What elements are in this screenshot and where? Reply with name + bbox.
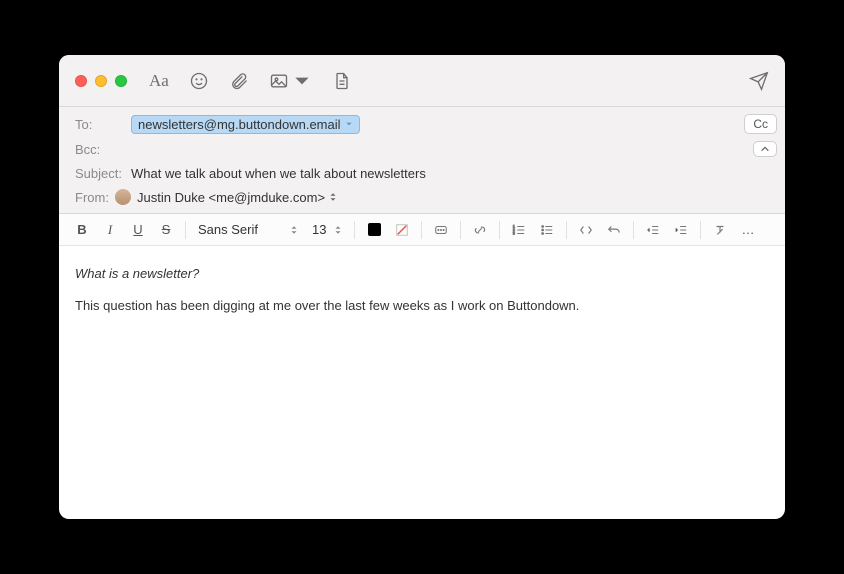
compose-window: Aa To: newsletters@mg.buttondown.email [59, 55, 785, 519]
indent-button[interactable] [668, 219, 694, 241]
undo-button[interactable] [601, 219, 627, 241]
text-color-button[interactable] [361, 219, 387, 241]
updown-icon [334, 225, 342, 235]
underline-button[interactable]: U [125, 219, 151, 241]
divider [633, 221, 634, 239]
message-body[interactable]: What is a newsletter? This question has … [59, 246, 785, 519]
bold-button[interactable]: B [69, 219, 95, 241]
attachment-icon[interactable] [229, 71, 249, 91]
highlight-color-button[interactable] [389, 219, 415, 241]
to-recipient-text: newsletters@mg.buttondown.email [138, 117, 341, 132]
insert-image-icon[interactable] [269, 71, 312, 91]
traffic-lights [75, 75, 127, 87]
bcc-label: Bcc: [75, 142, 131, 157]
emoji-icon[interactable] [189, 71, 209, 91]
send-icon[interactable] [749, 71, 769, 91]
from-row[interactable]: From: Justin Duke <me@jmduke.com> [75, 185, 777, 209]
strikethrough-button[interactable]: S [153, 219, 179, 241]
font-size-select[interactable]: 13 [306, 219, 348, 241]
updown-icon [290, 225, 298, 235]
font-style-icon[interactable]: Aa [149, 71, 169, 91]
divider [421, 221, 422, 239]
to-row[interactable]: To: newsletters@mg.buttondown.email Cc [75, 111, 777, 137]
document-icon[interactable] [332, 71, 352, 91]
to-recipient-chip[interactable]: newsletters@mg.buttondown.email [131, 115, 360, 134]
cc-button[interactable]: Cc [744, 114, 777, 134]
chevron-up-icon [760, 144, 770, 154]
italic-button[interactable]: I [97, 219, 123, 241]
clear-format-button[interactable] [707, 219, 733, 241]
from-label: From: [75, 190, 115, 205]
zoom-window-button[interactable] [115, 75, 127, 87]
divider [700, 221, 701, 239]
chevron-down-icon [345, 120, 353, 128]
outdent-button[interactable] [640, 219, 666, 241]
to-label: To: [75, 117, 131, 132]
unordered-list-button[interactable] [534, 219, 560, 241]
bcc-row[interactable]: Bcc: [75, 137, 777, 161]
quote-button[interactable] [428, 219, 454, 241]
link-button[interactable] [467, 219, 493, 241]
body-line-1: What is a newsletter? [75, 264, 769, 284]
from-value: Justin Duke <me@jmduke.com> [137, 190, 325, 205]
font-size-value: 13 [312, 222, 326, 237]
from-selector-icon[interactable] [329, 192, 337, 202]
titlebar: Aa [59, 55, 785, 107]
ordered-list-button[interactable]: 123 [506, 219, 532, 241]
divider [185, 221, 186, 239]
code-button[interactable] [573, 219, 599, 241]
collapse-headers-button[interactable] [753, 141, 777, 157]
font-family-value: Sans Serif [198, 222, 258, 237]
headers-area: To: newsletters@mg.buttondown.email Cc B… [59, 107, 785, 214]
divider [499, 221, 500, 239]
body-line-2: This question has been digging at me ove… [75, 296, 769, 316]
subject-row[interactable]: Subject: What we talk about when we talk… [75, 161, 777, 185]
close-window-button[interactable] [75, 75, 87, 87]
svg-text:3: 3 [513, 231, 515, 235]
subject-label: Subject: [75, 166, 131, 181]
divider [566, 221, 567, 239]
toolbar-icons: Aa [149, 71, 352, 91]
divider [460, 221, 461, 239]
font-family-select[interactable]: Sans Serif [192, 219, 304, 241]
more-format-button[interactable]: … [735, 219, 761, 241]
minimize-window-button[interactable] [95, 75, 107, 87]
format-toolbar: B I U S Sans Serif 13 [59, 214, 785, 246]
divider [354, 221, 355, 239]
subject-value: What we talk about when we talk about ne… [131, 166, 426, 181]
from-avatar [115, 189, 131, 205]
